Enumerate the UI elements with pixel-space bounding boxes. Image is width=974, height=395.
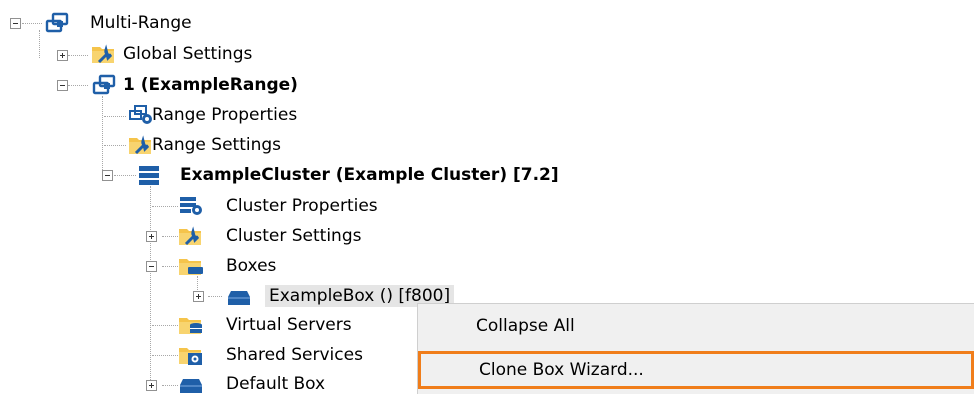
expand-toggle-global-settings[interactable] (57, 50, 68, 61)
tree-connector (152, 325, 178, 326)
tree-connector (152, 355, 178, 356)
settings-folder-icon (178, 225, 204, 247)
expand-toggle-example-box[interactable] (193, 291, 204, 302)
tree-item-global-settings[interactable]: Global Settings (123, 43, 252, 65)
shared-services-icon (178, 344, 204, 366)
cluster-properties-icon (178, 195, 204, 217)
range-group-icon (44, 12, 70, 34)
tree-connector (104, 116, 126, 117)
tree-item-shared-services[interactable]: Shared Services (226, 344, 363, 366)
menu-item-clone-box-wizard[interactable]: Clone Box Wizard... (418, 351, 974, 389)
collapse-toggle-boxes[interactable] (146, 261, 157, 272)
collapse-toggle-cluster[interactable] (102, 170, 113, 181)
box-icon (178, 373, 204, 395)
tree-item-default-box[interactable]: Default Box (226, 373, 325, 395)
menu-item-label: Clone Box Wizard... (479, 360, 644, 380)
tree-connector (150, 186, 151, 386)
tree-item-cluster[interactable]: ExampleCluster (Example Cluster) [7.2] (180, 164, 559, 186)
tree-item-virtual-servers[interactable]: Virtual Servers (226, 314, 352, 336)
tree-connector (102, 96, 103, 176)
tree-connector (114, 175, 136, 176)
settings-folder-icon (91, 43, 117, 65)
range-properties-icon (128, 104, 154, 126)
menu-item-label: Collapse All (476, 316, 575, 336)
tree-connector (162, 385, 178, 386)
range-group-icon (91, 74, 117, 96)
expand-toggle-default-box[interactable] (146, 380, 157, 391)
settings-folder-icon (128, 134, 154, 156)
collapse-toggle-multi-range[interactable] (10, 18, 21, 29)
expand-toggle-cluster-settings[interactable] (146, 231, 157, 242)
tree-item-multi-range[interactable]: Multi-Range (90, 12, 192, 34)
tree-connector (68, 55, 88, 56)
tree-item-cluster-settings[interactable]: Cluster Settings (226, 225, 361, 247)
boxes-folder-icon (178, 255, 204, 277)
context-menu: Collapse All Clone Box Wizard... (417, 303, 974, 394)
tree-item-boxes[interactable]: Boxes (226, 255, 276, 277)
tree-connector (208, 296, 222, 297)
menu-item-collapse-all[interactable]: Collapse All (418, 307, 974, 345)
tree-connector (104, 145, 126, 146)
tree-connector (39, 30, 40, 58)
tree-item-range-settings[interactable]: Range Settings (152, 134, 281, 156)
tree-connector (162, 236, 178, 237)
tree-connector (22, 23, 42, 24)
database-folder-icon (178, 314, 204, 336)
server-stack-icon (136, 164, 162, 186)
box-icon (226, 285, 252, 307)
tree-connector (68, 85, 88, 86)
tree-item-cluster-properties[interactable]: Cluster Properties (226, 195, 378, 217)
collapse-toggle-range[interactable] (57, 80, 68, 91)
tree-connector (152, 206, 178, 207)
tree-item-range[interactable]: 1 (ExampleRange) (123, 74, 298, 96)
tree-connector (162, 266, 178, 267)
tree-item-range-properties[interactable]: Range Properties (152, 104, 297, 126)
